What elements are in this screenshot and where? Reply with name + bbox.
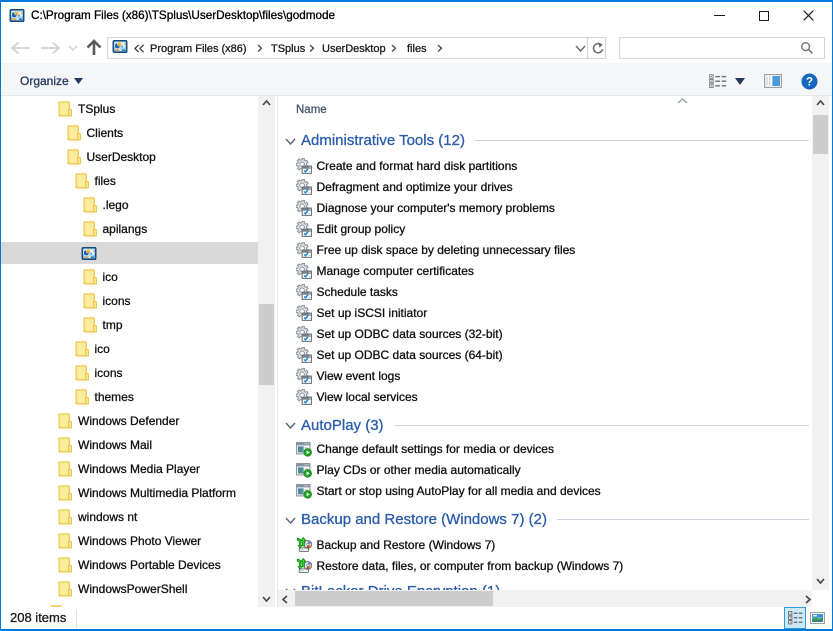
svg-text:?: ?	[806, 77, 813, 89]
